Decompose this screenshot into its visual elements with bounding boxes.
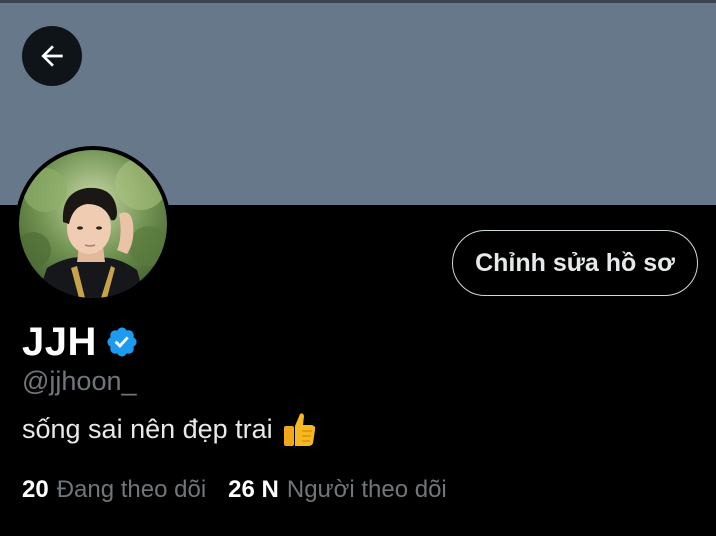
- profile-page: Chỉnh sửa hồ sơ JJH @jjhoon_ sống sai nê…: [0, 0, 716, 536]
- edit-profile-button[interactable]: Chỉnh sửa hồ sơ: [452, 230, 698, 296]
- display-name: JJH: [22, 319, 97, 364]
- avatar[interactable]: [19, 150, 167, 298]
- name-row: JJH: [22, 318, 139, 366]
- verified-badge-icon[interactable]: [105, 325, 139, 359]
- following-label: Đang theo dõi: [56, 476, 207, 503]
- profile-stats: 20 Đang theo dõi 26 N Người theo dõi: [22, 476, 447, 504]
- followers-label: Người theo dõi: [286, 476, 447, 503]
- followers-stat[interactable]: 26 N Người theo dõi: [228, 476, 447, 504]
- following-count: 20: [22, 476, 49, 503]
- user-handle: @jjhoon_: [22, 366, 137, 396]
- following-stat[interactable]: 20 Đang theo dõi: [22, 476, 206, 504]
- avatar-frame: [15, 146, 171, 302]
- arrow-left-icon: [36, 40, 68, 72]
- top-strip: [0, 0, 716, 3]
- bio: sống sai nên đẹp trai: [22, 410, 317, 448]
- bio-text: sống sai nên đẹp trai: [22, 413, 273, 444]
- back-button[interactable]: [22, 26, 82, 86]
- followers-count: 26 N: [228, 476, 279, 503]
- thumbs-up-icon: [281, 410, 317, 448]
